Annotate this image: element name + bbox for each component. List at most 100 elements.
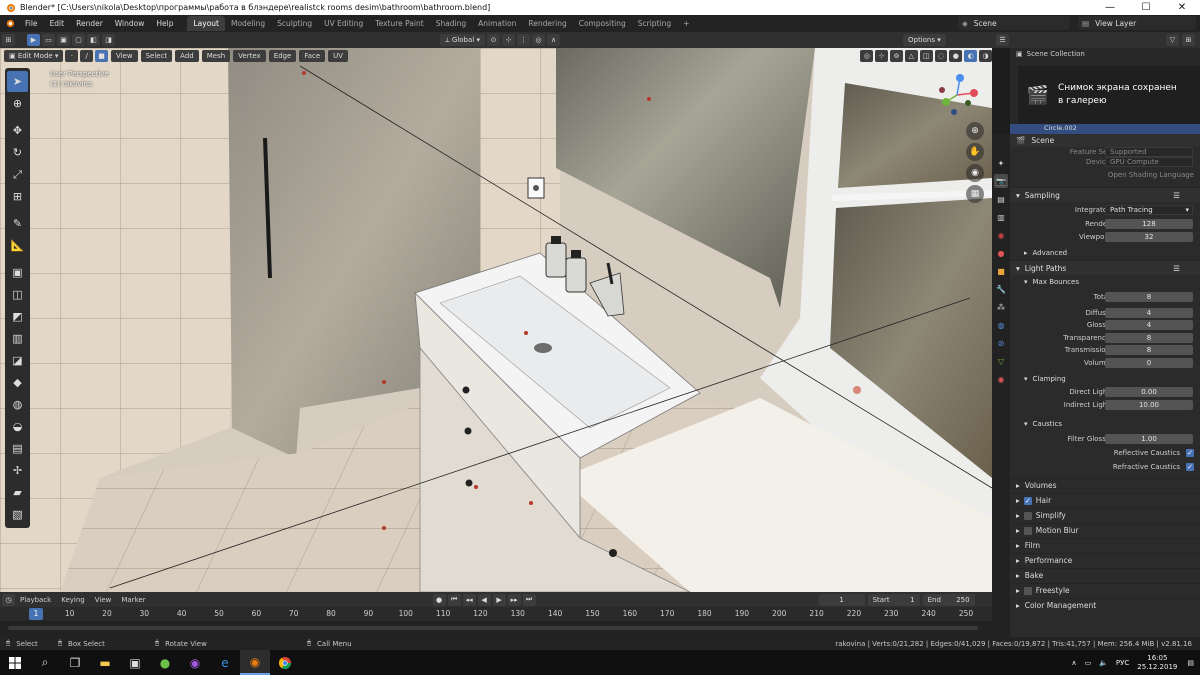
menu-view[interactable]: View [110, 49, 138, 62]
menu-window[interactable]: Window [109, 19, 151, 28]
view-layer-selector[interactable]: ▤ View Layer [1078, 16, 1196, 30]
edge-select-icon[interactable]: / [80, 49, 94, 62]
solid-shading-icon[interactable]: ● [949, 49, 963, 62]
xray-icon[interactable]: ◫ [919, 49, 933, 62]
start-frame-field[interactable]: Start 1 [867, 593, 920, 606]
transparency-bounces-field[interactable]: 8 [1105, 332, 1193, 343]
inset-tool-icon[interactable]: ◫ [7, 284, 28, 305]
scale-tool-icon[interactable]: ⤢ [7, 164, 28, 185]
annotate-tool-icon[interactable]: ✎ [7, 213, 28, 234]
material-shading-icon[interactable]: ◐ [964, 49, 978, 62]
sampling-section[interactable]: ▾ Sampling ☰ [1010, 187, 1200, 202]
feature-set-dropdown[interactable]: Supported [1105, 146, 1193, 157]
proportional-edit-icon[interactable]: ◎ [532, 34, 545, 46]
diffuse-bounces-field[interactable]: 4 [1105, 307, 1193, 318]
tab-scripting[interactable]: Scripting [632, 16, 677, 31]
jump-start-icon[interactable]: ⏮ [447, 593, 461, 606]
current-frame-field[interactable]: 1 [818, 593, 865, 606]
render-tab-icon[interactable]: 📷 [994, 174, 1008, 188]
menu-face[interactable]: Face [299, 49, 326, 62]
bake-section[interactable]: ▸ Bake [1010, 567, 1200, 583]
face-select-icon[interactable]: ■ [95, 49, 108, 62]
zoom-icon[interactable]: ⊕ [966, 122, 984, 140]
blender-menu-icon[interactable] [0, 18, 19, 30]
menu-render[interactable]: Render [70, 19, 109, 28]
menu-playback[interactable]: Playback [15, 596, 56, 604]
menu-add[interactable]: Add [175, 49, 199, 62]
menu-timeline-view[interactable]: View [90, 596, 117, 604]
select-extend-icon[interactable]: ▣ [57, 34, 70, 46]
chrome-browser-icon[interactable] [270, 650, 300, 675]
menu-vertex[interactable]: Vertex [233, 49, 266, 62]
timeline-editor-icon[interactable]: ◷ [2, 593, 15, 606]
prev-key-icon[interactable]: ◂◂ [462, 593, 476, 606]
menu-help[interactable]: Help [150, 19, 179, 28]
menu-mesh[interactable]: Mesh [201, 49, 231, 62]
transform-tool-icon[interactable]: ⊞ [7, 186, 28, 207]
notifications-icon[interactable]: ▤ [1187, 659, 1194, 667]
close-button[interactable]: ✕ [1164, 2, 1200, 13]
poly-build-tool-icon[interactable]: ◆ [7, 372, 28, 393]
minimize-button[interactable]: — [1092, 2, 1128, 13]
modifier-tab-icon[interactable]: 🔧 [994, 282, 1008, 296]
tweak-icon[interactable]: ▶ [27, 34, 40, 46]
mesh-overlay-icon[interactable]: △ [904, 49, 918, 62]
measure-tool-icon[interactable]: 📐 [7, 235, 28, 256]
motion-blur-section[interactable]: ▸ Motion Blur [1010, 522, 1200, 538]
direct-light-field[interactable]: 0.00 [1105, 387, 1193, 398]
search-icon[interactable]: ⌕ [30, 650, 60, 675]
render-samples-field[interactable]: 128 [1105, 219, 1193, 230]
move-tool-icon[interactable]: ✥ [7, 120, 28, 141]
hair-checkbox[interactable]: ✓ [1023, 496, 1032, 505]
select-invert-icon[interactable]: ◧ [87, 34, 100, 46]
pivot-icon[interactable]: ⊙ [487, 34, 500, 46]
jump-end-icon[interactable]: ⏭ [522, 593, 536, 606]
select-tool-icon[interactable]: ➤ [7, 71, 28, 92]
language-indicator[interactable]: РУС [1116, 659, 1129, 667]
reflective-caustics-checkbox[interactable]: ✓ [1186, 448, 1194, 457]
playhead[interactable]: 1 [29, 608, 43, 620]
maximize-button[interactable]: ☐ [1128, 2, 1164, 13]
motion-blur-checkbox[interactable] [1023, 526, 1032, 535]
record-icon[interactable]: ● [432, 593, 446, 606]
clamping-subsection[interactable]: ▾ Clamping [1010, 372, 1200, 386]
purple-app-icon[interactable]: ◉ [180, 650, 210, 675]
simplify-checkbox[interactable] [1023, 511, 1032, 520]
media-player-icon[interactable]: ▣ [120, 650, 150, 675]
view-layer-tab-icon[interactable]: ▥ [994, 210, 1008, 224]
knife-tool-icon[interactable]: ◪ [7, 350, 28, 371]
object-tab-icon[interactable]: ■ [994, 264, 1008, 278]
hair-section[interactable]: ▸ ✓ Hair [1010, 492, 1200, 508]
view-object-types-icon[interactable]: ◎ [860, 49, 874, 62]
presets-icon[interactable]: ☰ [1173, 191, 1180, 200]
caustics-subsection[interactable]: ▾ Caustics [1010, 417, 1200, 431]
edge-slide-tool-icon[interactable]: ▤ [7, 438, 28, 459]
menu-select[interactable]: Select [140, 49, 173, 62]
edge-browser-icon[interactable]: e [210, 650, 240, 675]
output-tab-icon[interactable]: ▤ [994, 192, 1008, 206]
tab-sculpting[interactable]: Sculpting [271, 16, 318, 31]
play-reverse-icon[interactable]: ◀ [477, 593, 491, 606]
shrink-tool-icon[interactable]: ✢ [7, 460, 28, 481]
scene-selector[interactable]: ◈ Scene [958, 16, 1070, 30]
spin-tool-icon[interactable]: ◍ [7, 394, 28, 415]
extrude-tool-icon[interactable]: ▣ [7, 262, 28, 283]
tab-shading[interactable]: Shading [430, 16, 472, 31]
3d-viewport[interactable]: User Perspective (1) rakovina ⊕ ✋ ◉ ▦ [0, 48, 992, 592]
torrent-app-icon[interactable]: ● [150, 650, 180, 675]
wireframe-shading-icon[interactable]: ◌ [934, 49, 948, 62]
performance-section[interactable]: ▸ Performance [1010, 552, 1200, 568]
total-bounces-field[interactable]: 8 [1105, 292, 1193, 303]
timeline-ruler[interactable]: 1102030405060708090100110120130140150160… [0, 607, 992, 621]
shear-tool-icon[interactable]: ▰ [7, 482, 28, 503]
integrator-dropdown[interactable]: Path Tracing ▾ [1105, 205, 1193, 215]
select-intersect-icon[interactable]: ◨ [102, 34, 115, 46]
editor-type-icon[interactable]: ⊞ [2, 34, 15, 46]
tab-layout[interactable]: Layout [187, 16, 225, 31]
rendered-shading-icon[interactable]: ◑ [979, 49, 992, 62]
network-icon[interactable]: ▭ [1085, 659, 1092, 667]
add-workspace-button[interactable]: + [677, 16, 695, 31]
pan-hand-icon[interactable]: ✋ [966, 143, 984, 161]
menu-uv[interactable]: UV [328, 49, 349, 62]
outliner-scene-collection[interactable]: ▣ Scene Collection [1016, 50, 1085, 58]
